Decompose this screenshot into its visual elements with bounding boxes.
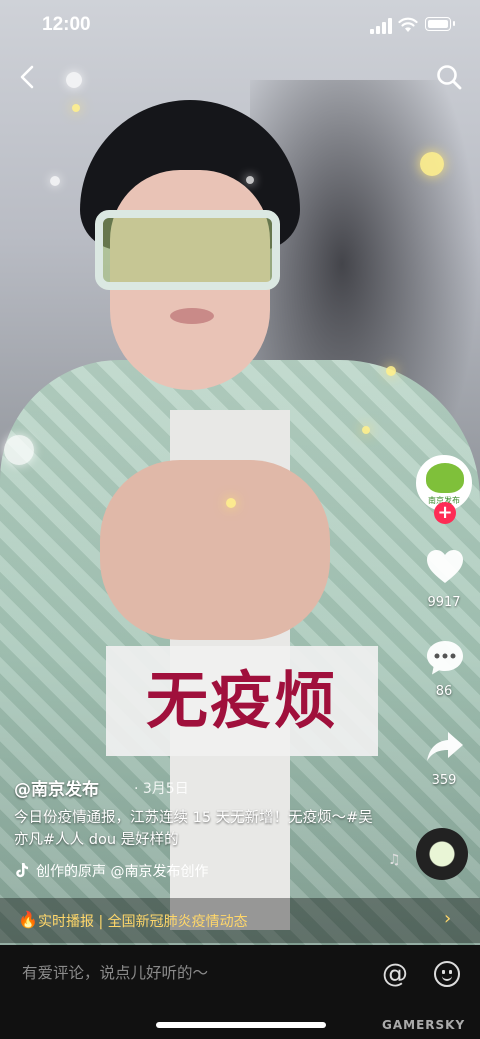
banner-label: 实时播报 | 全国新冠肺炎疫情动态 <box>38 914 248 930</box>
bokeh-light <box>72 104 80 112</box>
bokeh-light <box>226 498 236 508</box>
comment-input[interactable]: 有爱评论，说点儿好听的～ <box>22 961 208 983</box>
bokeh-light <box>246 176 254 184</box>
hands-figure <box>100 460 330 640</box>
bokeh-light <box>4 435 34 465</box>
bokeh-light <box>66 72 82 88</box>
music-title: 创作的原声 @南京发布创作 <box>36 864 209 880</box>
back-arrow-icon[interactable] <box>14 62 44 92</box>
mention-at-icon[interactable]: @ <box>382 959 408 989</box>
leaf-logo-icon <box>426 463 464 493</box>
emoji-smile-icon[interactable] <box>434 961 460 987</box>
wifi-icon <box>398 17 418 32</box>
cellular-signal-icon <box>370 18 392 34</box>
glasses-figure <box>95 210 280 290</box>
bokeh-light <box>362 426 370 434</box>
video-player[interactable] <box>0 0 480 945</box>
like-count: 9917 <box>427 595 461 610</box>
author-name[interactable]: @南京发布 <box>14 775 99 800</box>
bokeh-light <box>420 152 444 176</box>
video-caption-card: 无疫烦 <box>106 646 378 756</box>
home-indicator[interactable] <box>156 1022 326 1028</box>
post-date: · 3月5日 <box>134 781 189 797</box>
comment-count: 86 <box>435 684 453 699</box>
share-count: 359 <box>431 773 457 788</box>
post-description[interactable]: 今日份疫情通报，江苏连续 15 天无新增！无疫烦～#吴亦凡#人人 dou 是好样… <box>14 807 374 851</box>
status-time: 12:00 <box>42 14 91 35</box>
comment-icon[interactable] <box>424 637 466 679</box>
music-note-icon: ♫ <box>388 852 401 868</box>
music-marquee[interactable]: 创作的原声 @南京发布创作 <box>14 861 274 883</box>
music-disc[interactable] <box>416 828 468 880</box>
watermark-text: GAMERSKY <box>382 1018 466 1032</box>
bokeh-light <box>50 176 60 186</box>
follow-plus-button[interactable]: + <box>434 502 456 524</box>
fire-icon: 🔥 <box>18 910 38 929</box>
share-icon[interactable] <box>424 726 466 768</box>
app-screen: 12:00 南京发布 + 9917 86 359 无疫烦 @南京发布 · 3月5… <box>0 0 480 1039</box>
heart-icon[interactable] <box>424 546 466 588</box>
status-bar: 12:00 <box>0 0 480 52</box>
tiktok-note-icon <box>16 863 28 878</box>
caption-text: 无疫烦 <box>145 664 338 737</box>
live-report-banner[interactable]: 🔥 实时播报 | 全国新冠肺炎疫情动态 › <box>0 898 480 943</box>
lips-figure <box>170 308 214 324</box>
chevron-right-icon: › <box>444 908 452 929</box>
bokeh-light <box>386 366 396 376</box>
search-icon[interactable] <box>434 62 464 92</box>
battery-icon <box>425 17 455 31</box>
